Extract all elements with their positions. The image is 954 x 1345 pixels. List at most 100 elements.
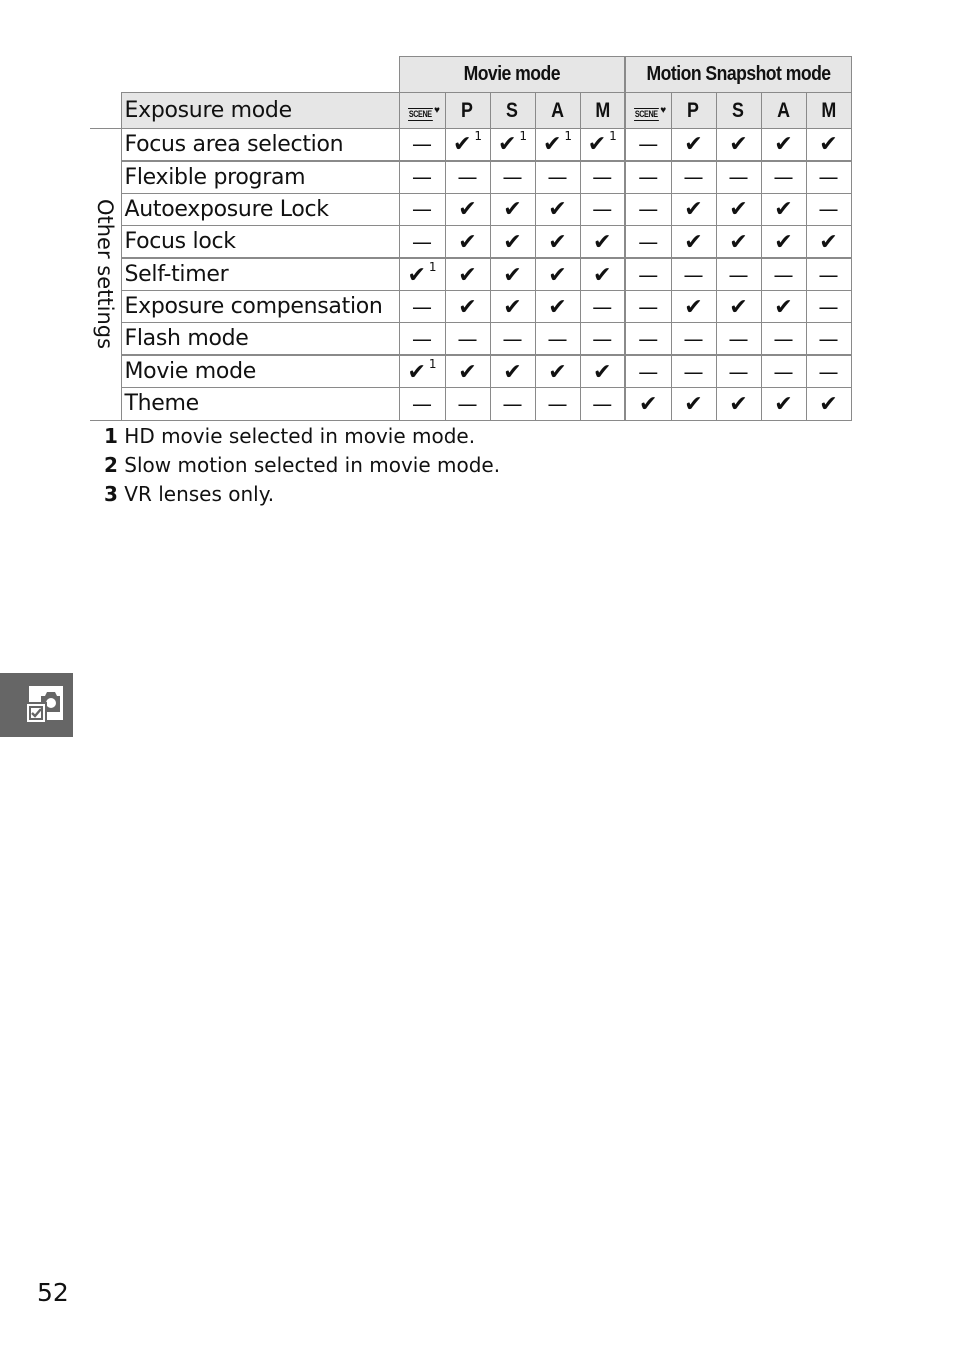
dash-icon: — xyxy=(638,197,659,222)
check-icon: ✔ xyxy=(684,229,703,255)
unsupported-cell: — xyxy=(398,127,446,162)
supported-cell: ✔ xyxy=(760,192,807,227)
table-row: Flexible program — — — — — — — — — — xyxy=(90,159,852,194)
dash-icon: — xyxy=(412,391,432,416)
unsupported-cell: — xyxy=(760,322,807,356)
dash-icon: — xyxy=(638,359,659,384)
dash-icon: — xyxy=(457,391,478,416)
camera-checkbox-icon xyxy=(25,686,63,724)
supported-cell: ✔ xyxy=(444,192,491,227)
supported-cell: ✔ 1 xyxy=(489,127,536,162)
check-icon: ✔ xyxy=(503,229,522,255)
footnote: 3 VR lenses only. xyxy=(104,482,275,506)
supported-cell: ✔ xyxy=(579,225,626,259)
check-icon: ✔ xyxy=(542,132,562,158)
supported-cell: ✔ xyxy=(805,387,852,421)
unsupported-cell: — xyxy=(760,354,807,389)
dash-icon: — xyxy=(592,197,613,222)
check-icon: ✔ xyxy=(819,391,838,417)
dash-icon: — xyxy=(818,165,839,190)
dash-icon: — xyxy=(683,359,704,384)
unsupported-cell: — xyxy=(805,159,852,194)
supported-cell: ✔ xyxy=(715,289,762,324)
supported-cell: ✔ xyxy=(444,289,491,324)
other-settings-label: Other settings xyxy=(90,128,122,421)
dash-icon: — xyxy=(728,262,749,287)
check-icon: ✔ xyxy=(774,132,793,158)
unsupported-cell: — xyxy=(805,322,852,356)
unsupported-cell: — xyxy=(534,387,581,421)
scene-icon: SCENE ♥ xyxy=(407,104,440,121)
supported-cell: ✔ xyxy=(489,225,536,259)
row-label: Flexible program xyxy=(120,159,400,194)
unsupported-cell: — xyxy=(805,289,852,324)
dash-icon: — xyxy=(412,294,432,319)
check-icon: ✔ xyxy=(503,197,522,223)
unsupported-cell: — xyxy=(624,354,672,389)
unsupported-cell: — xyxy=(444,159,491,194)
check-icon: ✔ xyxy=(729,294,748,320)
supported-cell: ✔ xyxy=(670,127,717,162)
footnote: 2 Slow motion selected in movie mode. xyxy=(104,453,501,477)
group-header-row: Movie mode Motion Snapshot mode xyxy=(90,56,852,93)
table-row: Theme — — — — — ✔ ✔ ✔ ✔ ✔ xyxy=(90,387,852,421)
dash-icon: — xyxy=(592,326,613,351)
mode-header-a: A xyxy=(760,92,807,129)
supported-cell: ✔ xyxy=(805,225,852,259)
unsupported-cell: — xyxy=(444,387,491,421)
dash-icon: — xyxy=(638,326,659,351)
check-icon: ✔ xyxy=(497,132,517,158)
dash-icon: — xyxy=(638,294,659,319)
unsupported-cell: — xyxy=(489,387,536,421)
supported-cell: ✔ xyxy=(760,225,807,259)
dash-icon: — xyxy=(683,326,704,351)
unsupported-cell: — xyxy=(579,289,626,324)
supported-cell: ✔ xyxy=(534,289,581,324)
dash-icon: — xyxy=(818,326,839,351)
page-number: 52 xyxy=(37,1278,69,1307)
row-label: Autoexposure Lock xyxy=(120,192,400,227)
dash-icon: — xyxy=(773,165,794,190)
check-icon: ✔ xyxy=(819,229,838,255)
check-icon: ✔ xyxy=(774,294,793,320)
supported-cell: ✔ 1 xyxy=(398,257,446,291)
table-row: Movie mode ✔ 1 ✔ ✔ ✔ ✔ — — — — — xyxy=(90,354,852,389)
check-icon: ✔ xyxy=(503,359,522,385)
row-label: Self-timer xyxy=(120,257,400,291)
footnote-ref: 1 xyxy=(609,129,617,144)
unsupported-cell: — xyxy=(805,257,852,291)
check-icon: ✔ xyxy=(593,229,612,255)
dash-icon: — xyxy=(683,165,704,190)
table-row: Other settings Focus area selection — ✔ 1 ✔ 1 ✔… xyxy=(90,127,852,421)
dash-icon: — xyxy=(638,165,659,190)
mode-header-p: P xyxy=(670,92,717,129)
footnote-ref: 1 xyxy=(519,129,528,144)
supported-cell: ✔ xyxy=(805,127,852,162)
table-row: Self-timer ✔ 1 ✔ ✔ ✔ ✔ — — — — — xyxy=(90,257,852,291)
table-row: Flash mode — — — — — — — — — — xyxy=(90,322,852,356)
supported-cell: ✔ xyxy=(670,192,717,227)
dash-icon: — xyxy=(502,165,523,190)
unsupported-cell: — xyxy=(398,159,446,194)
unsupported-cell: — xyxy=(579,192,626,227)
unsupported-cell: — xyxy=(444,322,491,356)
check-icon: ✔ xyxy=(729,197,748,223)
unsupported-cell: — xyxy=(489,322,536,356)
check-icon: ✔ xyxy=(503,262,522,288)
check-icon: ✔ xyxy=(684,132,703,158)
supported-cell: ✔ xyxy=(760,289,807,324)
supported-cell: ✔ xyxy=(489,354,536,389)
check-icon: ✔ xyxy=(548,359,567,385)
row-label: Movie mode xyxy=(120,354,400,389)
unsupported-cell: — xyxy=(670,354,717,389)
footnotes: 1 HD movie selected in movie mode. 2 Slow… xyxy=(104,422,500,509)
dash-icon: — xyxy=(728,359,749,384)
check-icon: ✔ xyxy=(729,229,748,255)
check-icon: ✔ xyxy=(458,294,477,320)
unsupported-cell: — xyxy=(579,387,626,421)
mode-scene-header: SCENE ♥ xyxy=(398,92,446,129)
unsupported-cell: — xyxy=(670,257,717,291)
unsupported-cell: — xyxy=(489,159,536,194)
supported-cell: ✔ 1 xyxy=(398,354,446,389)
footnote-ref: 1 xyxy=(474,129,483,144)
